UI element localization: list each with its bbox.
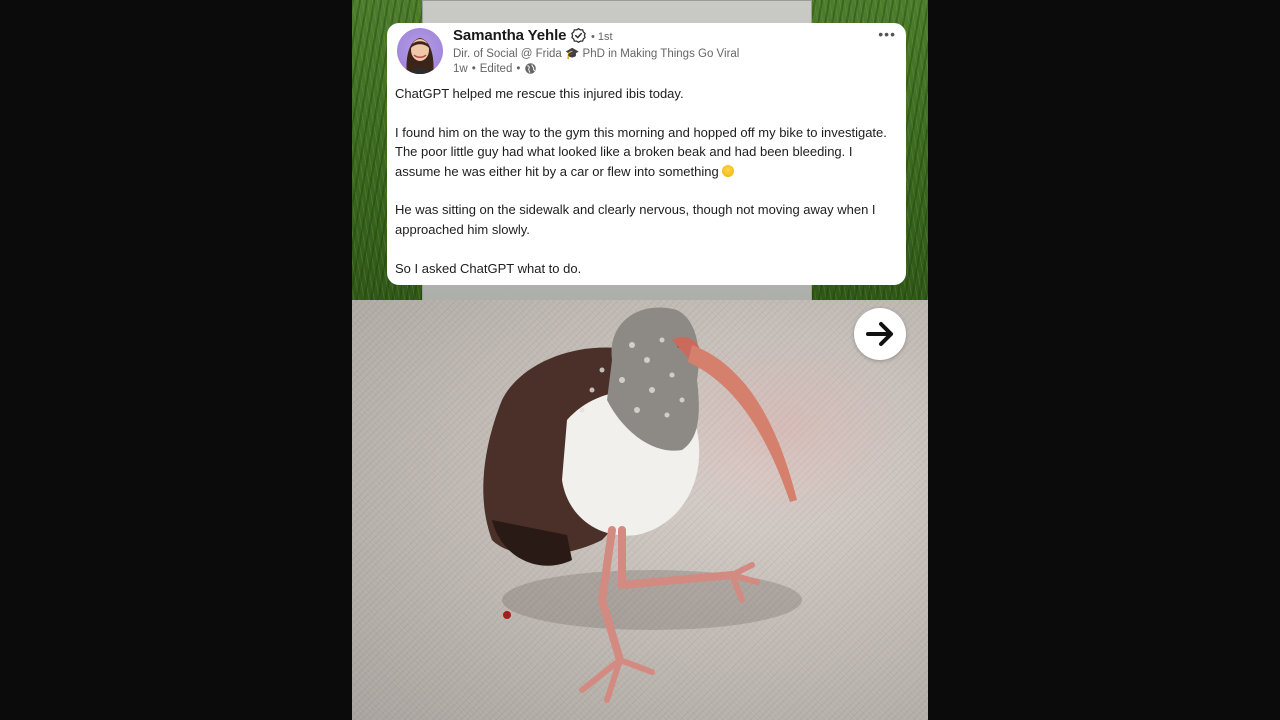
post-paragraph: I found him on the way to the gym this m… <box>395 123 900 181</box>
post-paragraph: So I asked ChatGPT what to do. <box>395 260 582 276</box>
verified-badge-icon <box>571 28 586 43</box>
author-headline: Dir. of Social @ Frida 🎓 PhD in Making T… <box>453 48 740 60</box>
meta-separator: • <box>471 62 476 75</box>
meta-separator: • <box>516 62 521 75</box>
connection-degree: • 1st <box>591 31 613 43</box>
edited-label: Edited <box>479 62 513 75</box>
post-paragraph: He was sitting on the sidewalk and clear… <box>395 202 876 237</box>
post-paragraph-text: I found him on the way to the gym this m… <box>395 124 887 179</box>
post-timestamp: 1w <box>453 62 468 75</box>
avatar[interactable] <box>397 28 443 74</box>
post-paragraph: ChatGPT helped me rescue this injured ib… <box>395 86 684 101</box>
arrow-right-icon <box>866 322 893 346</box>
post-meta: 1w • Edited • <box>453 62 537 75</box>
post-card: Samantha Yehle • 1st Dir. of Social @ Fr… <box>387 23 906 285</box>
next-slide-button[interactable] <box>854 308 906 360</box>
globe-icon <box>525 63 537 74</box>
sad-face-emoji-icon <box>722 164 735 177</box>
more-options-icon[interactable]: ••• <box>878 26 896 42</box>
author-name[interactable]: Samantha Yehle <box>453 27 566 44</box>
post-body: ChatGPT helped me rescue this injured ib… <box>395 84 900 278</box>
